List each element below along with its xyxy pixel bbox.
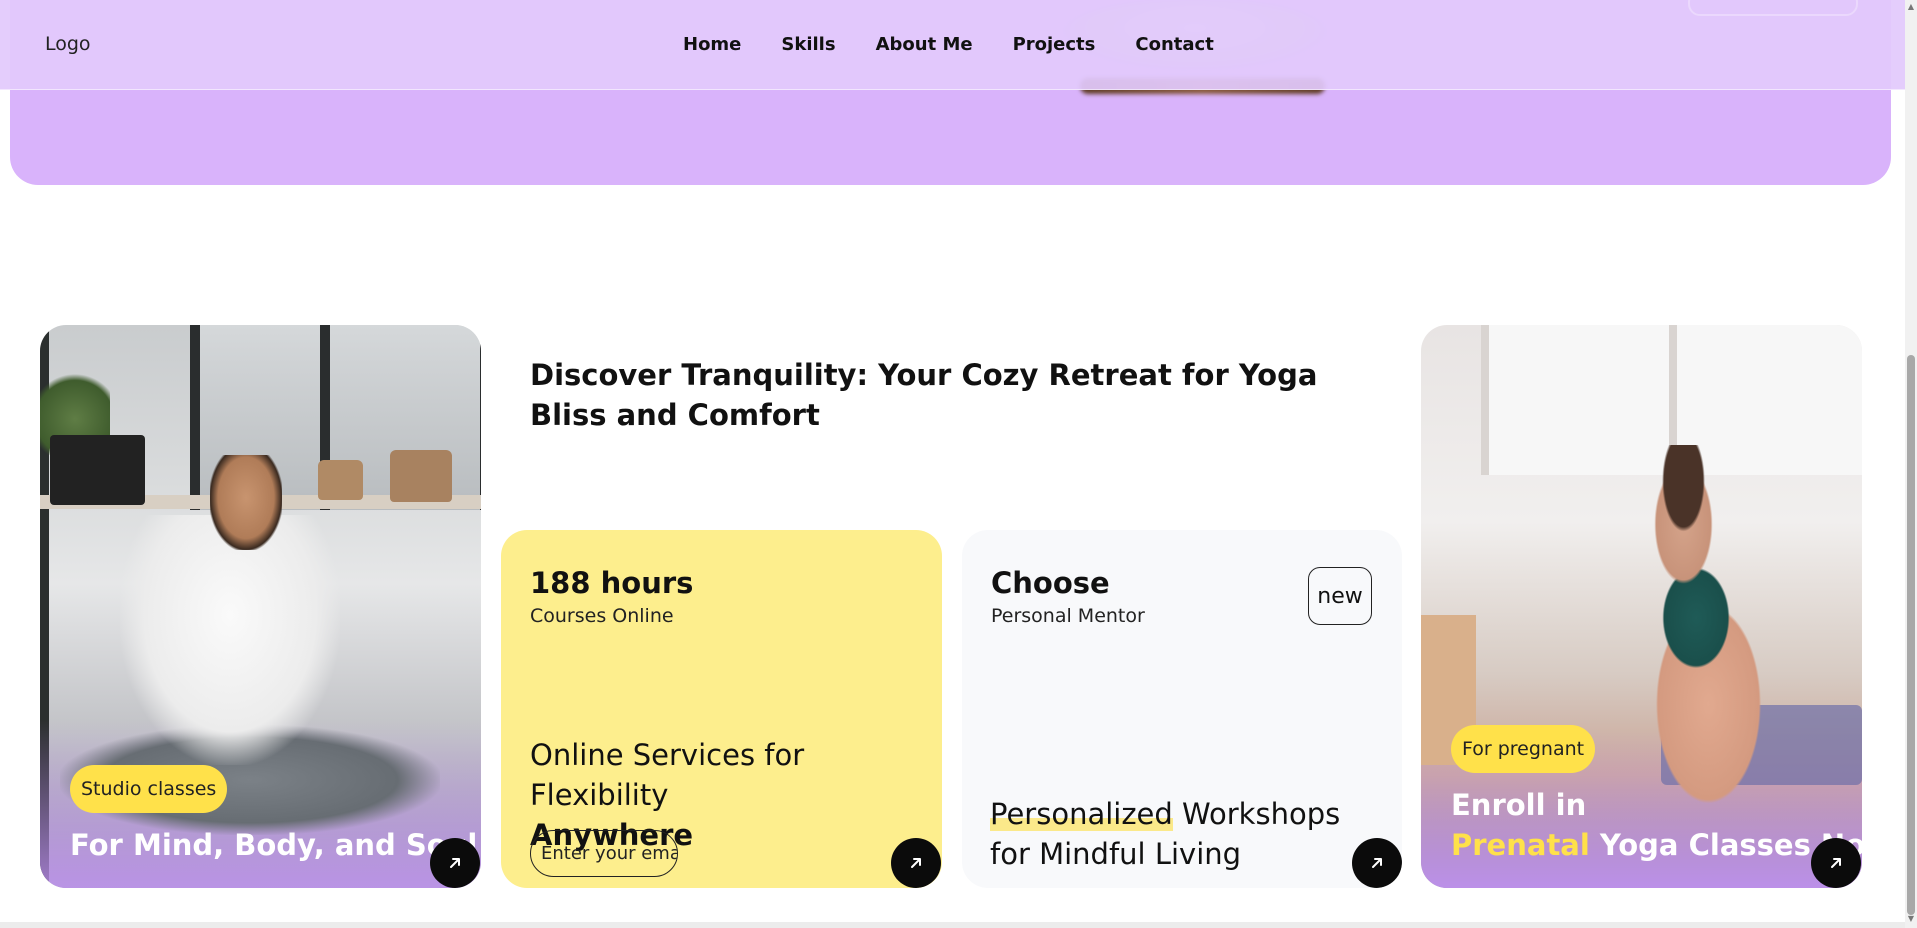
prenatal-title-line1: Enroll in <box>1451 788 1587 822</box>
section-heading: Discover Tranquility: Your Cozy Retreat … <box>530 358 1318 432</box>
prenatal-card-arrow-button[interactable] <box>1811 838 1861 888</box>
nav-link-contact[interactable]: Contact <box>1135 34 1213 55</box>
online-courses-subtitle: Courses Online <box>530 605 674 627</box>
workshops-highlight: Personalized <box>990 797 1173 831</box>
nav-link-about-me[interactable]: About Me <box>876 34 973 55</box>
online-card-arrow-button[interactable] <box>891 838 941 888</box>
email-input[interactable] <box>530 830 678 877</box>
studio-classes-card[interactable]: Studio classes For Mind, Body, and Soul <box>40 325 481 888</box>
mentor-card-subtitle: Personal Mentor <box>991 605 1145 627</box>
nav-link-projects[interactable]: Projects <box>1013 34 1096 55</box>
workshops-text: Personalized Workshops for Mindful Livin… <box>990 794 1380 874</box>
logo[interactable]: Logo <box>45 33 91 55</box>
studio-classes-badge: Studio classes <box>70 765 228 813</box>
hero-ghost-button <box>1688 0 1858 16</box>
arrow-up-right-icon <box>450 858 460 868</box>
online-courses-stat: 188 hours <box>530 566 694 600</box>
nav-link-skills[interactable]: Skills <box>781 34 835 55</box>
prenatal-title-highlight: Prenatal <box>1451 828 1590 862</box>
scroll-up-arrow-icon[interactable]: ▲ <box>1907 2 1915 12</box>
prenatal-card-title: Enroll in Prenatal Yoga Classes Now <box>1451 785 1862 865</box>
navbar: Logo Home Skills About Me Projects Conta… <box>0 0 1905 90</box>
arrow-up-right-icon <box>911 858 921 868</box>
scrollbar-thumb[interactable] <box>1907 355 1915 915</box>
arrow-up-right-icon <box>1372 858 1382 868</box>
mentor-card-arrow-button[interactable] <box>1352 838 1402 888</box>
studio-card-title: For Mind, Body, and Soul <box>70 828 478 862</box>
page-scrollbar[interactable]: ▲ ▼ <box>1905 0 1917 928</box>
mentor-card-title: Choose <box>991 566 1110 600</box>
next-section-edge <box>0 922 1905 928</box>
nav-links: Home Skills About Me Projects Contact <box>683 34 1214 55</box>
personal-mentor-card: Choose Personal Mentor new Personalized … <box>962 530 1402 888</box>
for-pregnant-badge: For pregnant <box>1451 725 1596 773</box>
online-courses-card: 188 hours Courses Online Online Services… <box>501 530 942 888</box>
prenatal-classes-card[interactable]: For pregnant Enroll in Prenatal Yoga Cla… <box>1421 325 1862 888</box>
scroll-down-arrow-icon[interactable]: ▼ <box>1907 914 1915 924</box>
nav-link-home[interactable]: Home <box>683 34 741 55</box>
new-badge: new <box>1308 567 1372 625</box>
online-services-line: Online Services for Flexibility <box>530 738 805 812</box>
arrow-up-right-icon <box>1831 858 1841 868</box>
studio-card-arrow-button[interactable] <box>430 838 480 888</box>
